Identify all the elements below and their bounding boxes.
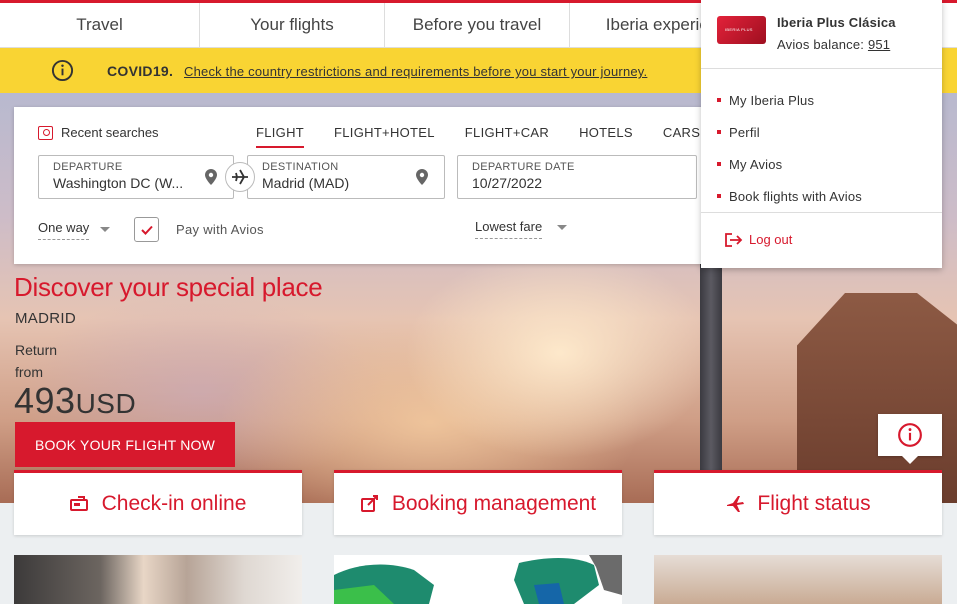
swap-airports-button[interactable]	[225, 162, 255, 192]
account-menu: My Iberia Plus Perfil My Avios Book flig…	[717, 84, 862, 212]
flight-search-panel: Recent searches FLIGHT FLIGHT+HOTEL FLIG…	[14, 107, 714, 264]
bullet-icon	[717, 98, 721, 102]
checkin-icon	[69, 496, 88, 511]
bullet-icon	[717, 162, 721, 166]
menu-item-label: Book flights with Avios	[729, 188, 862, 204]
promo-return-label: Return	[15, 342, 58, 358]
info-icon	[898, 423, 922, 447]
nav-item-before-you-travel[interactable]: Before you travel	[385, 3, 570, 47]
nav-item-travel[interactable]: Travel	[0, 3, 200, 47]
search-tabs: FLIGHT FLIGHT+HOTEL FLIGHT+CAR HOTELS CA…	[256, 125, 730, 148]
booking-management-card[interactable]: Booking management	[334, 470, 622, 535]
avios-balance-value[interactable]: 951	[868, 37, 890, 52]
departure-field[interactable]: DEPARTURE Washington DC (W...	[38, 155, 234, 199]
lamp-post	[700, 243, 722, 503]
membership-card-text: IBERIA PLUS	[725, 27, 753, 32]
departure-date-label: DEPARTURE DATE	[472, 161, 575, 173]
promo-title: Discover your special place	[14, 272, 323, 302]
promo-image-traveler[interactable]	[14, 555, 302, 604]
divider	[701, 212, 942, 213]
info-icon	[51, 59, 74, 82]
tab-cars[interactable]: CARS	[663, 125, 700, 148]
recent-searches-label: Recent searches	[61, 125, 159, 140]
avios-balance-label: Avios balance:	[777, 37, 865, 52]
departure-date-value: 10/27/2022	[472, 175, 543, 191]
promo-return: Return from	[15, 339, 57, 383]
checkin-card[interactable]: Check-in online	[14, 470, 302, 535]
location-pin-icon	[205, 169, 217, 185]
avios-balance: Avios balance: 951	[777, 37, 890, 52]
fare-value: Lowest fare	[475, 219, 543, 234]
destination-value: Madrid (MAD)	[262, 175, 350, 191]
tab-flight-car[interactable]: FLIGHT+CAR	[465, 125, 549, 148]
checkin-label: Check-in online	[101, 492, 247, 515]
menu-item-label: My Iberia Plus	[729, 92, 815, 108]
membership-card-image: IBERIA PLUS	[717, 16, 766, 44]
menu-item-label: My Avios	[729, 156, 783, 172]
chevron-down-icon	[100, 227, 110, 232]
departure-date-field[interactable]: DEPARTURE DATE 10/27/2022	[457, 155, 697, 199]
pay-with-avios-label: Pay with Avios	[176, 222, 264, 237]
bullet-icon	[717, 130, 721, 134]
logout-icon	[725, 232, 743, 247]
menu-item-label: Perfil	[729, 124, 760, 140]
plane-icon	[727, 496, 745, 512]
chevron-down-icon	[557, 225, 567, 230]
logout-label: Log out	[749, 232, 793, 247]
menu-item-my-iberia-plus[interactable]: My Iberia Plus	[717, 84, 862, 116]
menu-item-perfil[interactable]: Perfil	[717, 116, 862, 148]
tab-hotels[interactable]: HOTELS	[579, 125, 633, 148]
account-tier: Iberia Plus Clásica	[777, 15, 896, 30]
booking-management-label: Booking management	[391, 492, 597, 515]
account-dropdown: IBERIA PLUS Iberia Plus Clásica Avios ba…	[701, 0, 942, 268]
destination-field[interactable]: DESTINATION Madrid (MAD)	[247, 155, 445, 199]
check-icon	[140, 225, 153, 235]
departure-value: Washington DC (W...	[53, 175, 184, 191]
location-pin-icon	[416, 169, 428, 185]
menu-item-book-with-avios[interactable]: Book flights with Avios	[717, 180, 862, 212]
menu-item-my-avios[interactable]: My Avios	[717, 148, 862, 180]
promo-image-building[interactable]	[654, 555, 942, 604]
covid-restrictions-link[interactable]: Check the country restrictions and requi…	[184, 64, 647, 79]
trip-type-value: One way	[38, 220, 90, 235]
promo-image-map[interactable]	[334, 555, 622, 604]
recent-searches-button[interactable]: Recent searches	[38, 125, 159, 140]
tab-flight-hotel[interactable]: FLIGHT+HOTEL	[334, 125, 435, 148]
flight-status-card[interactable]: Flight status	[654, 470, 942, 535]
tab-flight[interactable]: FLIGHT	[256, 125, 305, 148]
nav-item-your-flights[interactable]: Your flights	[200, 3, 385, 47]
promo-city: MADRID	[15, 310, 76, 327]
book-flight-button[interactable]: BOOK YOUR FLIGHT NOW	[15, 422, 235, 467]
booking-management-icon	[360, 495, 378, 512]
world-map-image	[334, 555, 622, 604]
logout-button[interactable]: Log out	[725, 232, 792, 247]
account-header: IBERIA PLUS Iberia Plus Clásica Avios ba…	[701, 0, 942, 69]
bullet-icon	[717, 194, 721, 198]
image-info-button[interactable]	[878, 414, 942, 464]
departure-label: DEPARTURE	[53, 161, 123, 173]
trip-type-select[interactable]: One way	[38, 220, 90, 240]
destination-label: DESTINATION	[262, 161, 339, 173]
fare-select[interactable]: Lowest fare	[475, 219, 543, 239]
flight-status-label: Flight status	[757, 492, 871, 515]
promo-currency: USD	[75, 388, 137, 419]
pay-with-avios-checkbox[interactable]	[134, 217, 159, 242]
recent-searches-icon	[38, 125, 53, 140]
plane-swap-icon	[232, 169, 248, 185]
promo-price: 493USD	[14, 380, 136, 422]
promo-price-value: 493	[14, 380, 76, 421]
covid-title: COVID19.	[107, 63, 174, 79]
